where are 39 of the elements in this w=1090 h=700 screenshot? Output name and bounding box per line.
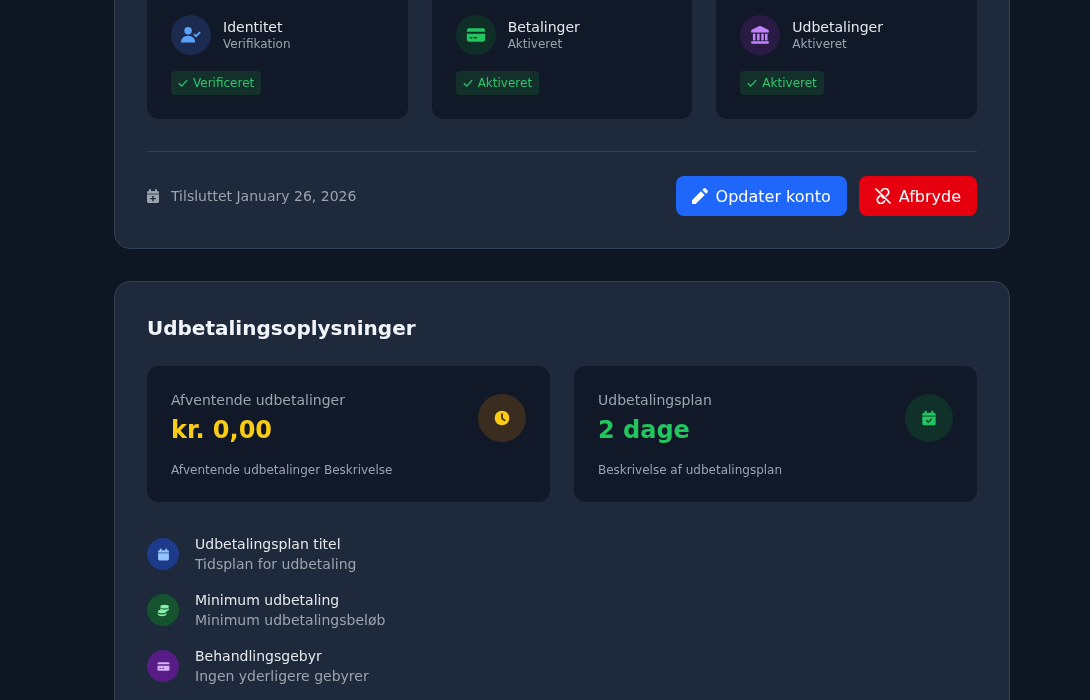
detail-title: Udbetalingsplan titel	[195, 535, 341, 554]
check-icon	[178, 78, 188, 88]
service-title: Betalinger	[507, 18, 580, 36]
service-subtitle: Aktiveret	[792, 36, 848, 52]
coins-icon	[147, 594, 179, 626]
calendar-check-icon	[905, 394, 953, 442]
broken-link-icon	[874, 188, 891, 204]
service-title: Udbetalinger	[792, 18, 883, 36]
stat-label: Udbetalingsplan	[598, 391, 712, 410]
service-subtitle: Verifikation	[223, 36, 291, 52]
section-title: Udbetalingsoplysninger	[147, 315, 417, 342]
service-subtitle: Aktiveret	[507, 36, 564, 52]
credit-card-icon	[147, 650, 179, 682]
calendar-plus-icon	[147, 189, 159, 203]
stat-value: kr. 0,00	[171, 415, 273, 446]
detail-title: Minimum udbetaling	[195, 591, 340, 610]
user-check-icon	[171, 15, 211, 55]
detail-subtitle: Minimum udbetalingsbeløb	[195, 611, 386, 630]
detail-title: Behandlingsgebyr	[195, 647, 322, 666]
check-icon	[462, 78, 473, 88]
stat-description: Afventende udbetalinger Beskrivelse	[171, 462, 393, 478]
pencil-icon	[691, 188, 708, 204]
clock-icon	[478, 394, 526, 442]
calendar-icon	[147, 538, 179, 570]
stat-description: Beskrivelse af udbetalingsplan	[598, 462, 783, 478]
connected-date: Tilsluttet January 26, 2026	[171, 188, 357, 204]
credit-card-icon	[455, 15, 496, 55]
service-title: Identitet	[223, 18, 284, 36]
detail-subtitle: Tidsplan for udbetaling	[195, 555, 357, 574]
stat-value: 2 dage	[598, 415, 690, 446]
status-text: Verificeret	[193, 75, 255, 91]
stat-label: Afventende udbetalinger	[171, 391, 345, 410]
disconnect-button[interactable]: Afbryde	[858, 176, 977, 216]
detail-subtitle: Ingen yderligere gebyrer	[195, 667, 369, 686]
update-account-button[interactable]: Opdater konto	[675, 176, 847, 216]
status-text: Aktiveret	[477, 75, 533, 91]
bank-icon	[740, 15, 781, 55]
status-text: Aktiveret	[762, 75, 817, 91]
check-icon	[747, 78, 758, 88]
